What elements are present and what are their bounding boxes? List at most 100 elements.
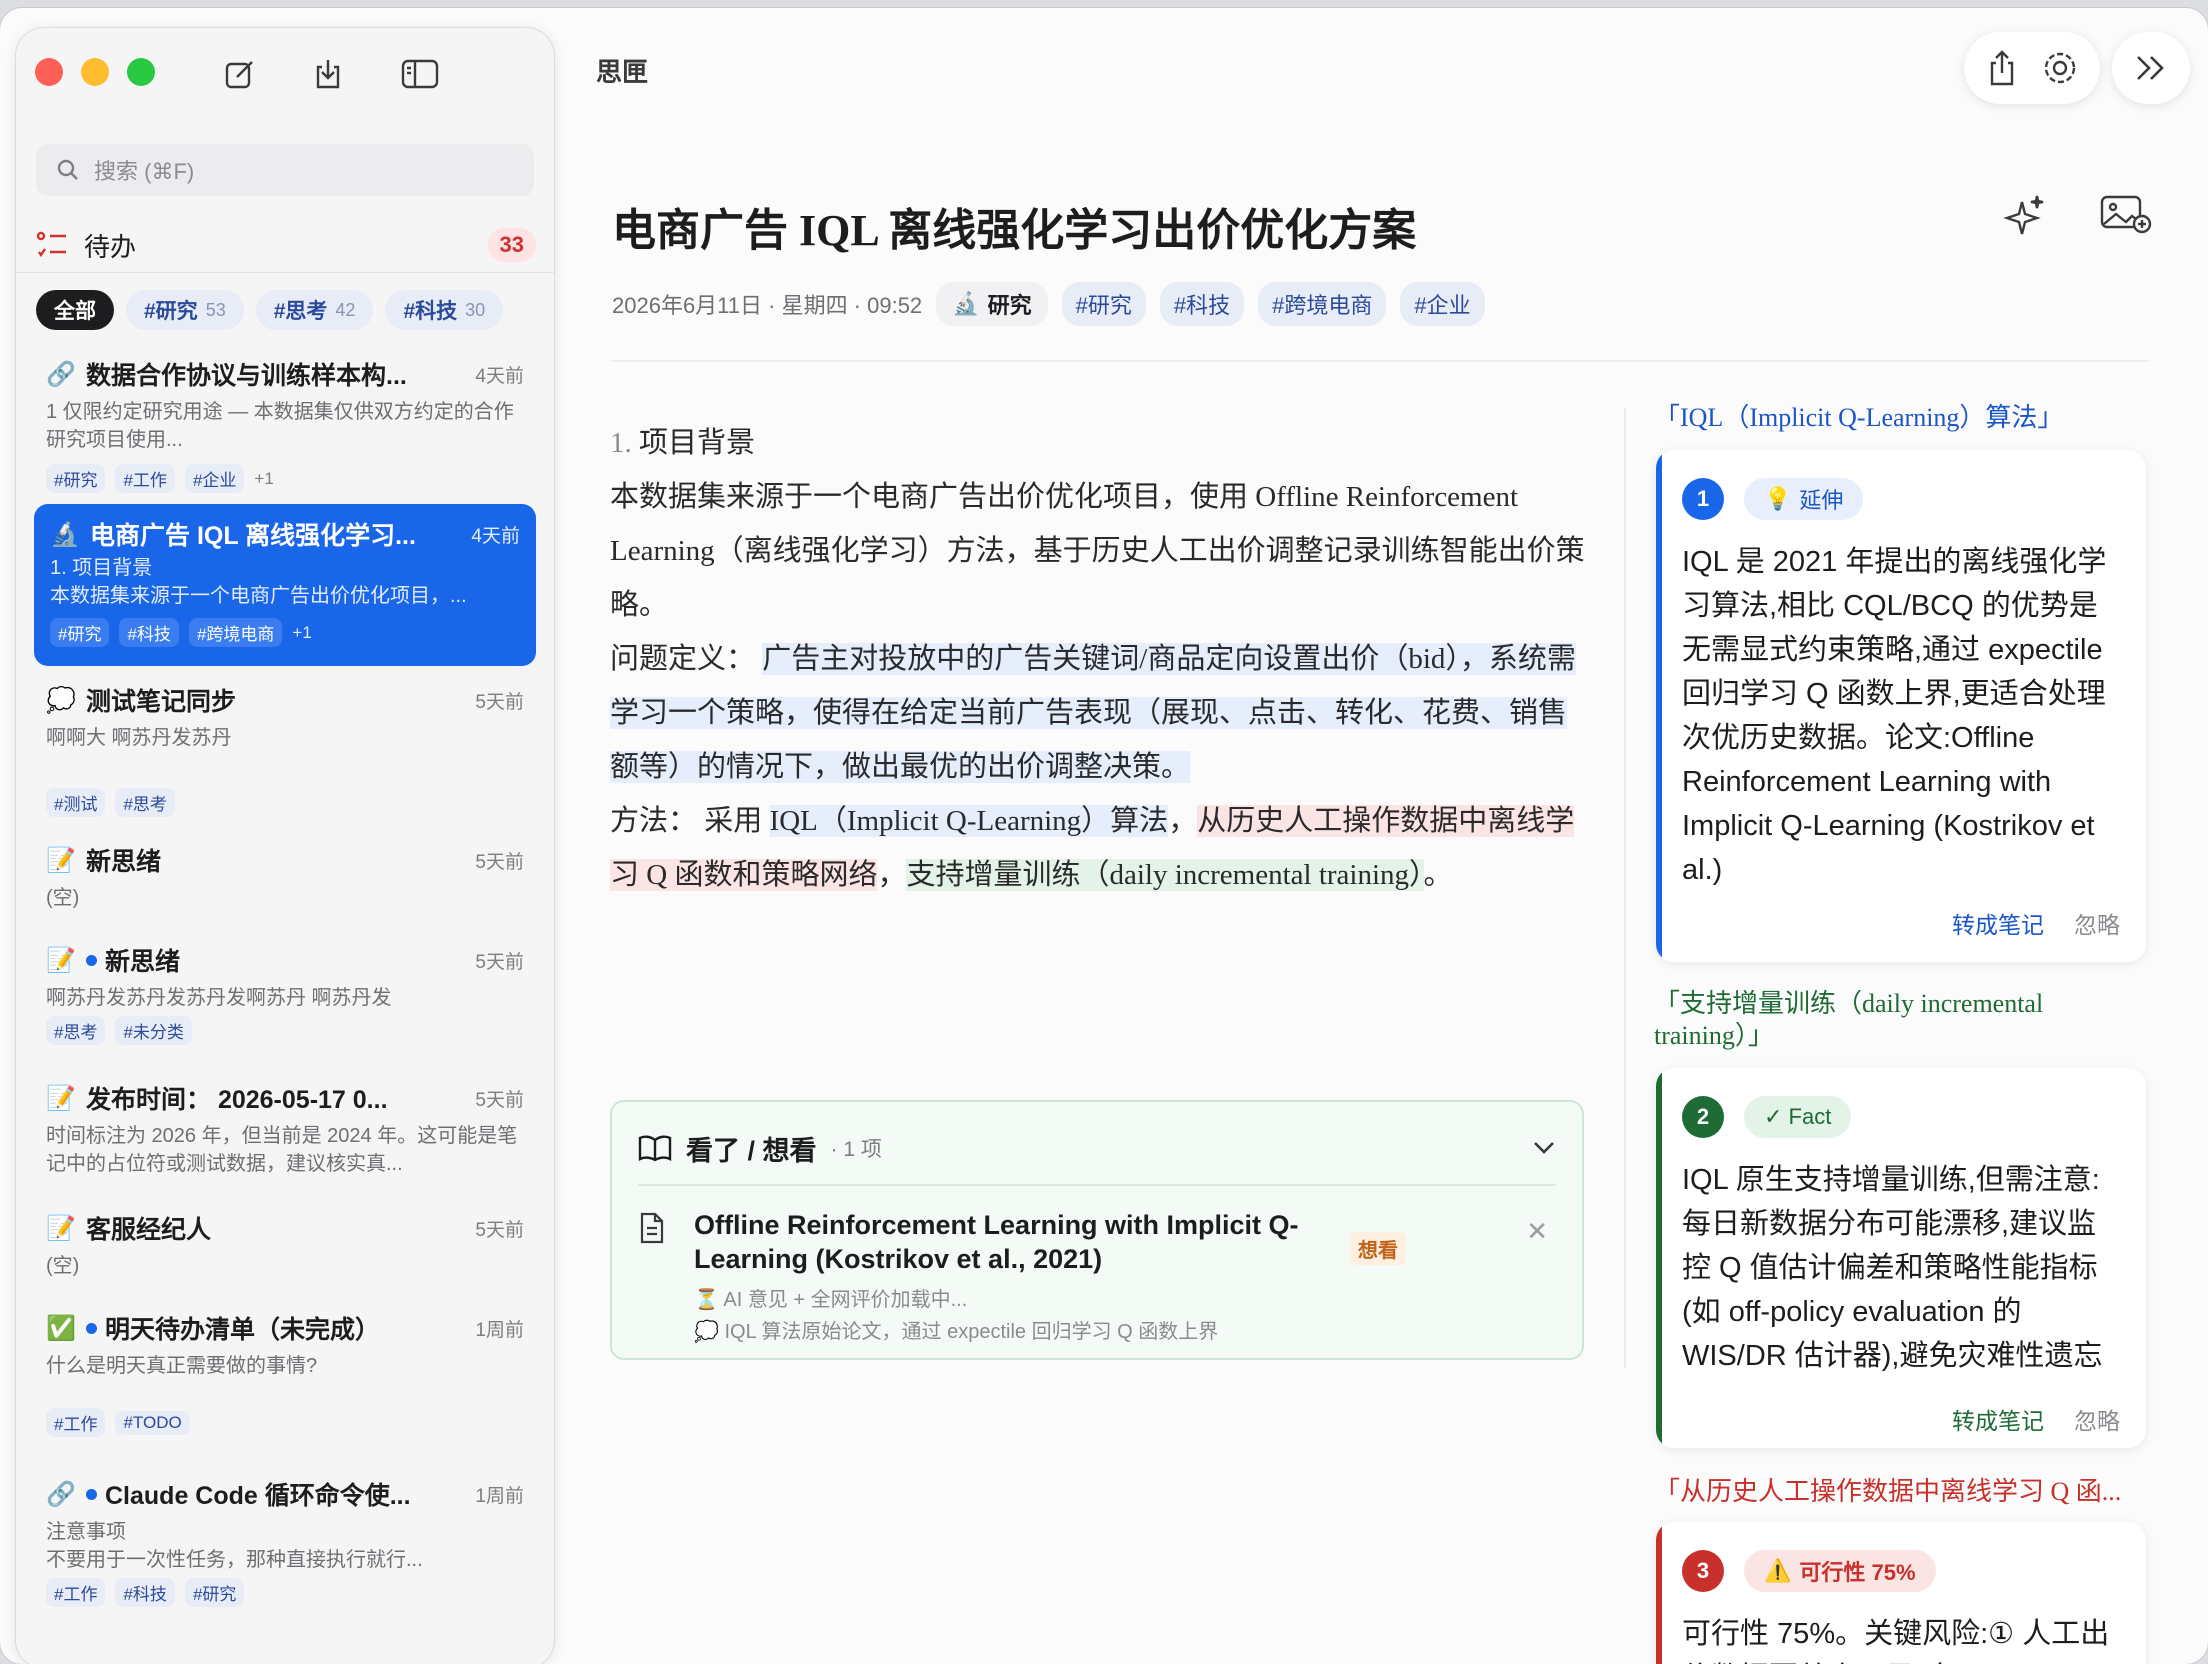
microscope-icon: 🔬 [952,291,980,316]
note-time: 5天前 [475,951,524,973]
app-title: 思匣 [596,57,649,87]
toggle-sidebar-button[interactable] [398,52,442,96]
note-time: 4天前 [471,525,520,547]
list-item[interactable]: 📝 新思绪 5天前 啊苏丹发苏丹发苏丹发啊苏丹 啊苏丹发 #思考 #未分类 [16,932,554,1070]
note-preview: 1. 项目背景 [50,557,153,579]
list-item[interactable]: 📝 新思绪 5天前 (空) [16,832,554,932]
category-chip[interactable]: 🔬 研究 [936,282,1048,326]
highlight-blue[interactable]: 广告主对投放中的广告关键词/商品定向设置出价（bid），系统需学习一个策略，使得… [610,643,1576,783]
list-item-selected[interactable]: 🔬 电商广告 IQL 离线强化学习... 4天前 1. 项目背景 本数据集来源于… [34,504,536,666]
note-preview-2: 不要用于一次性任务，那种直接执行就行... [46,1549,423,1571]
memo-icon: 📝 [46,1214,76,1242]
note-title: 发布时间： 2026-05-17 0... [86,1086,388,1114]
app-window: 搜索 (⌘F) 待办 33 全部 #研究 53 #思考 42 #科技 30 🔗 数据合… [0,8,2208,1664]
note-time: 4天前 [475,365,524,387]
annotation-bar [1656,450,1662,962]
convert-to-note-button[interactable]: 转成笔记 [1952,1402,2044,1436]
note-title: 电商广告 IQL 离线强化学习... [90,522,416,550]
filter-research[interactable]: #研究 53 [126,290,244,330]
list-item[interactable]: 📝 发布时间： 2026-05-17 0... 5天前 时间标注为 2026 年… [16,1070,554,1200]
annotation-bar [1656,1522,1662,1664]
chevron-down-icon[interactable] [1532,1140,1556,1156]
doc-tag[interactable]: #研究 [1061,282,1146,326]
annotation-quote[interactable]: 「从历史人工操作数据中离线学习 Q 函... [1654,1476,2121,1508]
annotation-number: 1 [1682,478,1724,520]
sparkle-icon[interactable] [2004,194,2046,240]
document-meta: 2026年6月11日 · 星期四 · 09:52 🔬 研究 #研究 #科技 #跨境… [612,282,1485,326]
collapse-panel-button[interactable] [2112,32,2190,104]
header-divider [612,360,2148,362]
paragraph-label: 方法： [610,805,698,837]
annotation-quote[interactable]: 「支持增量训练（daily incremental training）」 [1654,988,2094,1052]
filter-all[interactable]: 全部 [36,290,114,330]
list-item[interactable]: 💭 测试笔记同步 5天前 啊啊大 啊苏丹发苏丹 #测试 #思考 [16,666,554,832]
doc-tag[interactable]: #企业 [1400,282,1485,326]
doc-tag[interactable]: #跨境电商 [1258,282,1387,326]
unread-dot [86,1322,97,1334]
reading-list-header[interactable]: 看了 / 想看 · 1 项 [638,1128,1556,1168]
list-item[interactable]: 🔗 数据合作协议与训练样本构... 4天前 1 仅限约定研究用途 — 本数据集仅… [16,346,554,504]
filter-tech[interactable]: #科技 30 [385,290,504,330]
new-note-button[interactable] [218,52,262,96]
text-run: 采用 [704,805,770,837]
highlight-green[interactable]: 支持增量训练（daily incremental training） [906,859,1424,891]
note-title: 新思绪 [86,848,162,876]
loading-status: AI 意见 + 全网评价加载中... [723,1289,968,1311]
gear-icon[interactable] [2041,49,2079,87]
filter-label: #研究 [144,300,198,323]
annotation-text: 可行性 75%。关键风险:① 人工出价数据覆盖度不足（exploration 不… [1682,1618,2122,1664]
add-image-icon[interactable] [2100,194,2152,234]
document-body[interactable]: 1. 项目背景 本数据集来源于一个电商广告出价优化项目，使用 Offline R… [610,416,1590,902]
annotation-type-badge: ⚠️ 可行性 75% [1744,1550,1936,1592]
note-title: 明天待办清单（未完成） [105,1316,381,1344]
share-icon[interactable] [1985,49,2019,87]
note-tag: #科技 [119,618,179,647]
sidebar: 搜索 (⌘F) 待办 33 全部 #研究 53 #思考 42 #科技 30 🔗 数据合… [16,28,554,1664]
note-tag: #思考 [115,788,175,817]
list-item[interactable]: ✅ 明天待办清单（未完成） 1周前 什么是明天真正需要做的事情? #工作 #TO… [16,1300,554,1466]
annotation-text: IQL 是 2021 年提出的离线强化学习算法,相比 CQL/BCQ 的优势是无… [1682,546,2107,886]
reading-list-panel: 看了 / 想看 · 1 项 Offline Reinforcement Lear… [610,1100,1584,1360]
import-button[interactable] [306,52,350,96]
convert-to-note-button[interactable]: 转成笔记 [1952,906,2044,940]
minimize-window-button[interactable] [81,58,109,86]
annotation-card: 2 ✓ Fact IQL 原生支持增量训练,但需注意:每日新数据分布可能漂移,建… [1656,1068,2146,1448]
note-tag: #工作 [46,1408,106,1437]
title-tools [2004,194,2152,240]
todo-row[interactable]: 待办 33 [36,224,536,266]
annotation-quote[interactable]: 「IQL（Implicit Q-Learning）算法」 [1654,402,2063,434]
highlight-blue[interactable]: IQL（Implicit Q-Learning）算法 [769,805,1169,837]
close-icon[interactable]: ✕ [1526,1216,1548,1247]
more-tags: +1 [254,468,274,488]
note-tag: #思考 [46,1016,106,1045]
note-preview: 1 仅限约定研究用途 — 本数据集仅供双方约定的合作研究项目使用... [46,401,514,451]
close-window-button[interactable] [35,58,63,86]
link-icon: 🔗 [46,360,76,388]
memo-icon: 📝 [46,946,76,974]
note-title: 数据合作协议与训练样本构... [86,362,407,390]
unread-dot [86,1488,97,1500]
maximize-window-button[interactable] [127,58,155,86]
note-time: 5天前 [475,1089,524,1111]
annotation-text: IQL 原生支持增量训练,但需注意:每日新数据分布可能漂移,建议监控 Q 值估计… [1682,1164,2103,1372]
search-input[interactable]: 搜索 (⌘F) [36,144,534,196]
toolbar [1964,32,2100,104]
filter-thinking[interactable]: #思考 42 [255,290,374,330]
note-tag: #企业 [184,464,245,493]
doc-tag[interactable]: #科技 [1159,282,1245,326]
annotation-bar [1656,1068,1662,1448]
paragraph: 问题定义： 广告主对投放中的广告关键词/商品定向设置出价（bid），系统需学习一… [610,632,1590,794]
list-item[interactable]: 📝 客服经纪人 5天前 (空) [16,1200,554,1300]
list-item[interactable]: 🔗 Claude Code 循环命令使... 1周前 注意事项 不要用于一次性任… [16,1466,554,1636]
annotation-number: 3 [1682,1550,1724,1592]
note-preview-2: 本数据集来源于一个电商广告出价优化项目，... [50,585,467,607]
reading-item-details: ⏳ AI 意见 + 全网评价加载中... 💭 IQL 算法原始论文，通过 exp… [694,1284,1218,1348]
compose-icon [225,61,253,89]
ignore-button[interactable]: 忽略 [2074,1402,2120,1436]
ignore-button[interactable]: 忽略 [2074,906,2120,940]
reading-list-count: · 1 项 [830,1138,882,1161]
note-tag: #研究 [184,1578,245,1607]
paragraph: 方法： 采用 IQL（Implicit Q-Learning）算法，从历史人工操… [610,794,1590,902]
annotations-divider [1624,408,1626,1368]
document-title[interactable]: 电商广告 IQL 离线强化学习出价优化方案 [612,194,1416,258]
